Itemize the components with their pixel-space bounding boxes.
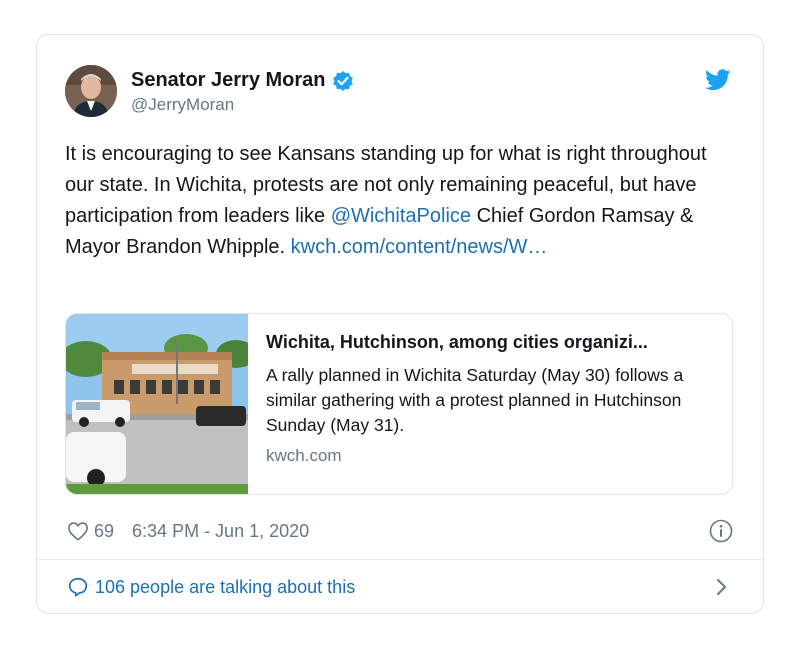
avatar[interactable] xyxy=(65,65,117,117)
link-preview-card[interactable]: Wichita, Hutchinson, among cities organi… xyxy=(65,313,733,495)
comment-icon xyxy=(67,576,89,598)
chevron-right-icon[interactable] xyxy=(715,578,729,596)
like-count[interactable]: 69 xyxy=(94,521,114,542)
twitter-bird-icon[interactable] xyxy=(705,69,731,91)
tweet-card: Senator Jerry Moran @JerryMoran It is en… xyxy=(36,34,764,614)
tweet-text: It is encouraging to see Kansans standin… xyxy=(65,139,735,263)
mention-link[interactable]: @WichitaPolice xyxy=(331,205,471,227)
link-preview-domain: kwch.com xyxy=(266,446,342,465)
author-display-name[interactable]: Senator Jerry Moran xyxy=(131,69,326,92)
footer-divider xyxy=(37,559,763,560)
verified-badge-icon xyxy=(332,70,354,92)
link-preview-title: Wichita, Hutchinson, among cities organi… xyxy=(266,332,648,352)
tweet-header: Senator Jerry Moran @JerryMoran xyxy=(65,65,735,119)
conversation-link[interactable]: 106 people are talking about this xyxy=(95,577,355,598)
link-preview-body: Wichita, Hutchinson, among cities organi… xyxy=(266,332,716,466)
article-url-link[interactable]: kwch.com/content/news/W… xyxy=(291,236,548,258)
info-icon[interactable] xyxy=(709,519,733,543)
author-handle[interactable]: @JerryMoran xyxy=(131,95,354,115)
conversation-footer[interactable]: 106 people are talking about this xyxy=(67,575,733,599)
tweet-meta: 69 6:34 PM - Jun 1, 2020 xyxy=(67,519,733,543)
link-preview-description: A rally planned in Wichita Saturday (May… xyxy=(266,365,684,435)
tweet-timestamp[interactable]: 6:34 PM - Jun 1, 2020 xyxy=(132,521,309,542)
link-preview-image xyxy=(66,314,248,494)
heart-icon[interactable] xyxy=(67,521,89,541)
author-names: Senator Jerry Moran @JerryMoran xyxy=(131,69,354,115)
